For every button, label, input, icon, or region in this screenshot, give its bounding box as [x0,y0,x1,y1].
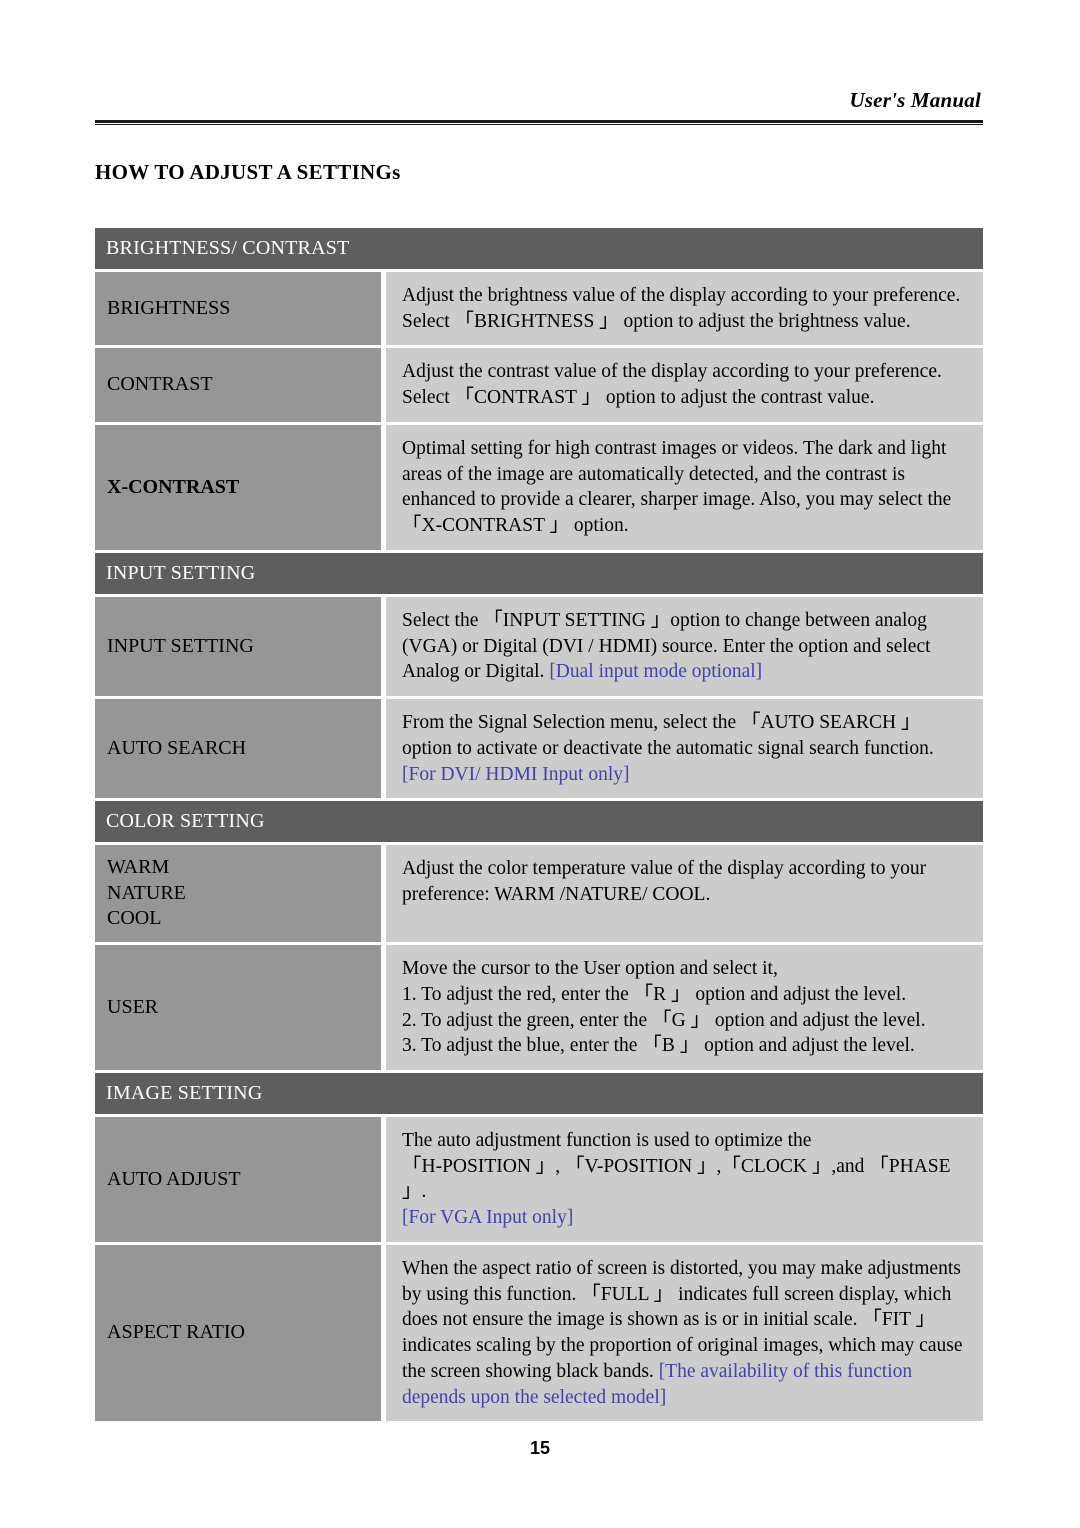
setting-description-aspect-ratio: When the aspect ratio of screen is disto… [386,1244,983,1422]
settings-table: BRIGHTNESS/ CONTRAST BRIGHTNESS Adjust the… [95,228,983,1424]
setting-label-contrast: CONTRAST [95,348,381,422]
description-text: From the Signal Selection menu, select t… [402,710,969,787]
description-line: 3. To adjust the blue, enter the 「B 」 op… [402,1035,915,1057]
table-row: AUTO SEARCH From the Signal Selection men… [95,699,983,799]
setting-description-input-setting: Select the 「INPUT SETTING 」option to cha… [386,596,983,697]
section-header-input-setting: INPUT SETTING [95,552,983,594]
setting-label-brightness: BRIGHTNESS [95,272,381,346]
setting-description-warm-nature-cool: Adjust the color temperature value of th… [386,845,983,943]
description-note: [Dual input mode optional] [549,661,763,683]
setting-description-auto-adjust: The auto adjustment function is used to … [386,1117,983,1242]
description-body: Optimal setting for high contrast images… [402,437,952,537]
setting-description-user: Move the cursor to the User option and s… [386,945,983,1070]
description-line: 「H-POSITION 」, 「V-POSITION 」,「CLOCK 」,an… [402,1155,951,1203]
setting-label-line: WARM [107,856,170,879]
setting-description-contrast: Adjust the contrast value of the display… [386,348,983,422]
setting-description-x-contrast: Optimal setting for high contrast images… [386,424,983,550]
description-text: When the aspect ratio of screen is disto… [402,1256,969,1410]
description-note: [For DVI/ HDMI Input only] [402,763,630,785]
table-row: X-CONTRAST Optimal setting for high contr… [95,424,983,550]
section-header-color-setting: COLOR SETTING [95,801,983,843]
description-line: 2. To adjust the green, enter the 「G 」 o… [402,1009,926,1031]
description-text: Adjust the color temperature value of th… [402,856,969,907]
setting-label-user: USER [95,945,381,1070]
description-body: Adjust the color temperature value of th… [402,858,927,906]
table-row: INPUT SETTING Select the 「INPUT SETTING 」… [95,596,983,697]
setting-description-brightness: Adjust the brightness value of the displ… [386,272,983,346]
table-row: USER Move the cursor to the User option a… [95,945,983,1070]
setting-label-warm-nature-cool: WARM NATURE COOL [95,845,381,943]
description-text: Adjust the contrast value of the display… [402,359,969,410]
setting-label-auto-adjust: AUTO ADJUST [95,1117,381,1242]
description-body: Adjust the contrast value of the display… [402,361,942,409]
table-row: ASPECT RATIO When the aspect ratio of scr… [95,1244,983,1422]
setting-label-input-setting: INPUT SETTING [95,596,381,697]
description-body: From the Signal Selection menu, select t… [402,712,934,759]
description-text: Optimal setting for high contrast images… [402,436,969,539]
description-line: Move the cursor to the User option and s… [402,958,778,980]
description-line: 1. To adjust the red, enter the 「R 」 opt… [402,983,907,1005]
table-row: CONTRAST Adjust the contrast value of the… [95,348,983,422]
description-note: [For VGA Input only] [402,1207,574,1229]
description-line: The auto adjustment function is used to … [402,1130,812,1151]
section-header-image-setting: IMAGE SETTING [95,1073,983,1114]
section-header-brightness-contrast: BRIGHTNESS/ CONTRAST [95,228,983,269]
page-header: User's Manual [95,88,983,125]
page-number: 15 [529,1438,551,1458]
table-row: WARM NATURE COOL Adjust the color temperatu… [95,845,983,943]
description-body: Adjust the brightness value of the displ… [402,285,961,332]
manual-header-label: User's Manual [849,88,981,112]
setting-label-x-contrast: X-CONTRAST [95,424,381,550]
description-text: Select the 「INPUT SETTING 」option to cha… [402,608,969,685]
table-row: BRIGHTNESS Adjust the brightness value of… [95,272,983,346]
page-title: HOW TO ADJUST A SETTINGs [95,160,401,184]
setting-label-aspect-ratio: ASPECT RATIO [95,1244,381,1422]
header-divider-rule [95,120,983,125]
table-row: AUTO ADJUST The auto adjustment function … [95,1117,983,1242]
setting-description-auto-search: From the Signal Selection menu, select t… [386,699,983,799]
setting-label-auto-search: AUTO SEARCH [95,699,381,799]
setting-label-line: COOL [107,907,162,930]
description-text: Adjust the brightness value of the displ… [402,283,969,334]
setting-label-line: NATURE [107,881,186,904]
